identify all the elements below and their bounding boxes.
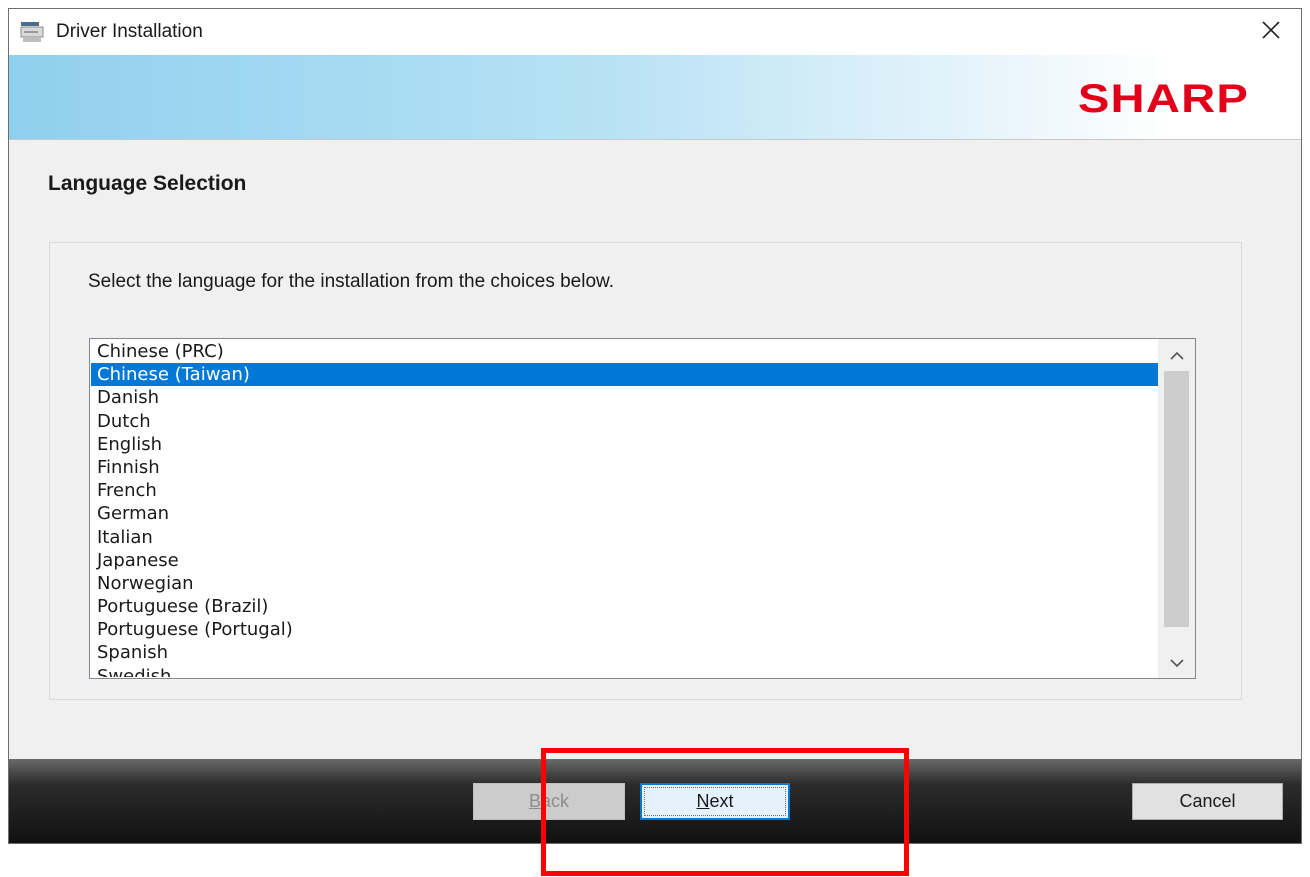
language-list-item[interactable]: French — [91, 479, 1158, 502]
back-button-label: Back — [528, 791, 570, 811]
sharp-logo: SHARP — [1077, 77, 1249, 121]
next-button[interactable]: Next — [640, 783, 790, 820]
language-list-item[interactable]: Chinese (Taiwan) — [91, 363, 1158, 387]
printer-setup-icon — [20, 21, 44, 43]
close-icon — [1261, 20, 1281, 44]
scroll-thumb[interactable] — [1164, 371, 1189, 627]
button-bar: Back Next Cancel — [9, 759, 1301, 843]
back-button[interactable]: Back — [473, 783, 625, 820]
close-button[interactable] — [1241, 9, 1301, 55]
listbox-scrollbar[interactable] — [1158, 339, 1195, 678]
title-bar: Driver Installation — [9, 9, 1301, 55]
scroll-up-button[interactable] — [1158, 341, 1195, 369]
language-list-item[interactable]: Italian — [91, 526, 1158, 549]
language-list-item[interactable]: Portuguese (Portugal) — [91, 618, 1158, 641]
language-list-item[interactable]: Chinese (PRC) — [91, 340, 1158, 363]
language-list-item[interactable]: Japanese — [91, 549, 1158, 572]
installer-window: Driver Installation SHARP Language Selec… — [8, 8, 1302, 844]
cancel-button[interactable]: Cancel — [1132, 783, 1283, 820]
focus-rectangle — [644, 787, 786, 816]
language-list-item[interactable]: German — [91, 502, 1158, 525]
language-list-item[interactable]: Portuguese (Brazil) — [91, 595, 1158, 618]
page-title: Language Selection — [48, 172, 247, 195]
chevron-up-icon — [1169, 346, 1184, 365]
language-list-item[interactable]: English — [91, 433, 1158, 456]
window-title: Driver Installation — [56, 21, 203, 42]
instruction-text: Select the language for the installation… — [88, 271, 614, 292]
brand-banner: SHARP — [9, 55, 1301, 139]
language-list-item[interactable]: Swedish — [91, 665, 1158, 677]
language-listbox[interactable]: Chinese (PRC) Chinese (Taiwan) Danish Dutch… — [89, 338, 1196, 679]
scroll-down-button[interactable] — [1158, 648, 1195, 676]
language-list-item[interactable]: Finnish — [91, 456, 1158, 479]
language-list-items: Chinese (PRC) Chinese (Taiwan) Danish Dutch… — [91, 340, 1158, 677]
language-list-item[interactable]: Dutch — [91, 410, 1158, 433]
language-list-item[interactable]: Spanish — [91, 641, 1158, 664]
chevron-down-icon — [1169, 653, 1184, 672]
cancel-button-label: Cancel — [1179, 791, 1236, 811]
language-list-item[interactable]: Norwegian — [91, 572, 1158, 595]
banner-divider — [9, 139, 1301, 140]
language-list-item[interactable]: Danish — [91, 386, 1158, 409]
